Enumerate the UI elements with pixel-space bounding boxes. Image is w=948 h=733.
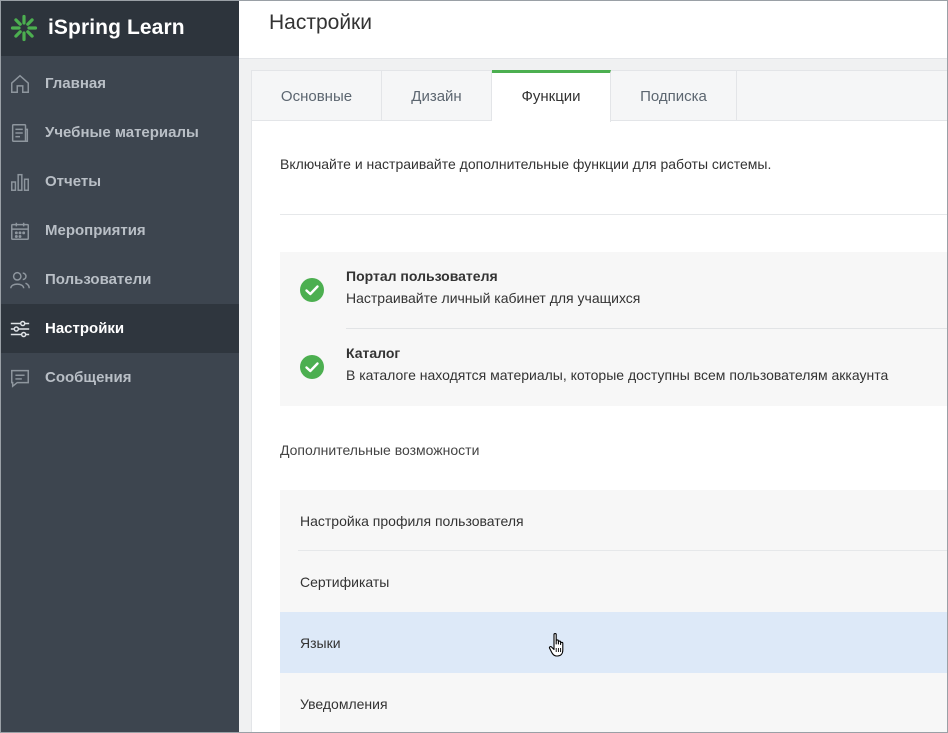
option-label: Уведомления (300, 695, 388, 712)
sidebar-item-home[interactable]: Главная (0, 59, 239, 108)
tab-label: Основные (280, 87, 353, 105)
tab-bar: Основные Дизайн Функции Подписка (252, 70, 948, 122)
option-certificates[interactable]: Сертификаты (280, 551, 948, 612)
option-label: Языки (300, 634, 341, 651)
check-circle-icon (300, 278, 324, 302)
option-label: Настройка профиля пользователя (300, 512, 524, 529)
sidebar-item-users[interactable]: Пользователи (0, 255, 239, 304)
sidebar-item-label: Пользователи (45, 271, 152, 288)
ispring-flower-icon (10, 14, 38, 42)
brand[interactable]: iSpring Learn (0, 0, 239, 56)
feature-description: Настраивайте личный кабинет для учащихся (346, 290, 641, 306)
tab-subscription[interactable]: Подписка (611, 71, 737, 121)
sidebar-item-label: Учебные материалы (45, 124, 199, 141)
sidebar-item-learning-materials[interactable]: Учебные материалы (0, 108, 239, 157)
feature-title: Каталог (346, 345, 401, 361)
brand-name: iSpring Learn (48, 16, 185, 39)
sidebar-item-reports[interactable]: Отчеты (0, 157, 239, 206)
sidebar-item-messages[interactable]: Сообщения (0, 353, 239, 402)
feature-user-portal[interactable]: Портал пользователя Настраивайте личный … (280, 252, 948, 329)
enabled-features: Портал пользователя Настраивайте личный … (280, 252, 948, 406)
option-user-profile-settings[interactable]: Настройка профиля пользователя (280, 490, 948, 551)
tab-label: Подписка (640, 87, 707, 105)
check-circle-icon (300, 355, 324, 379)
sidebar-item-events[interactable]: Мероприятия (0, 206, 239, 255)
home-icon (8, 72, 32, 96)
option-languages[interactable]: Языки (280, 612, 948, 673)
sidebar-item-label: Мероприятия (45, 222, 146, 239)
sidebar-item-settings[interactable]: Настройки (0, 304, 239, 353)
additional-options-list: Настройка профиля пользователя Сертифика… (280, 490, 948, 733)
feature-title: Портал пользователя (346, 268, 498, 284)
feature-description: В каталоге находятся материалы, которые … (346, 367, 889, 383)
tab-label: Функции (521, 88, 581, 105)
calendar-icon (8, 219, 32, 243)
tab-general[interactable]: Основные (252, 71, 382, 121)
sidebar-item-label: Отчеты (45, 173, 102, 190)
users-icon (8, 268, 32, 292)
tab-functions[interactable]: Функции (492, 70, 611, 122)
feature-catalog[interactable]: Каталог В каталоге находятся материалы, … (280, 329, 948, 406)
page-title: Настройки (269, 11, 372, 34)
hand-cursor-icon (548, 633, 564, 657)
message-icon (8, 366, 32, 390)
sidebar-nav: Главная Учебные материалы Отчеты Меропри… (0, 59, 239, 402)
sidebar: iSpring Learn Главная Учебные материалы … (0, 0, 239, 733)
page-header: Настройки (239, 0, 948, 59)
section-title: Дополнительные возможности (280, 442, 480, 458)
tab-label: Дизайн (411, 87, 462, 105)
document-icon (8, 121, 32, 145)
option-notifications[interactable]: Уведомления (280, 673, 948, 733)
sliders-icon (8, 317, 32, 341)
settings-panel: Основные Дизайн Функции Подписка Включай… (251, 70, 948, 733)
tab-design[interactable]: Дизайн (382, 71, 492, 121)
sidebar-item-label: Настройки (45, 320, 125, 337)
divider (280, 214, 948, 215)
bar-chart-icon (8, 170, 32, 194)
intro-text: Включайте и настраивайте дополнительные … (280, 156, 772, 172)
sidebar-item-label: Главная (45, 75, 107, 92)
option-label: Сертификаты (300, 573, 390, 590)
sidebar-item-label: Сообщения (45, 369, 132, 386)
